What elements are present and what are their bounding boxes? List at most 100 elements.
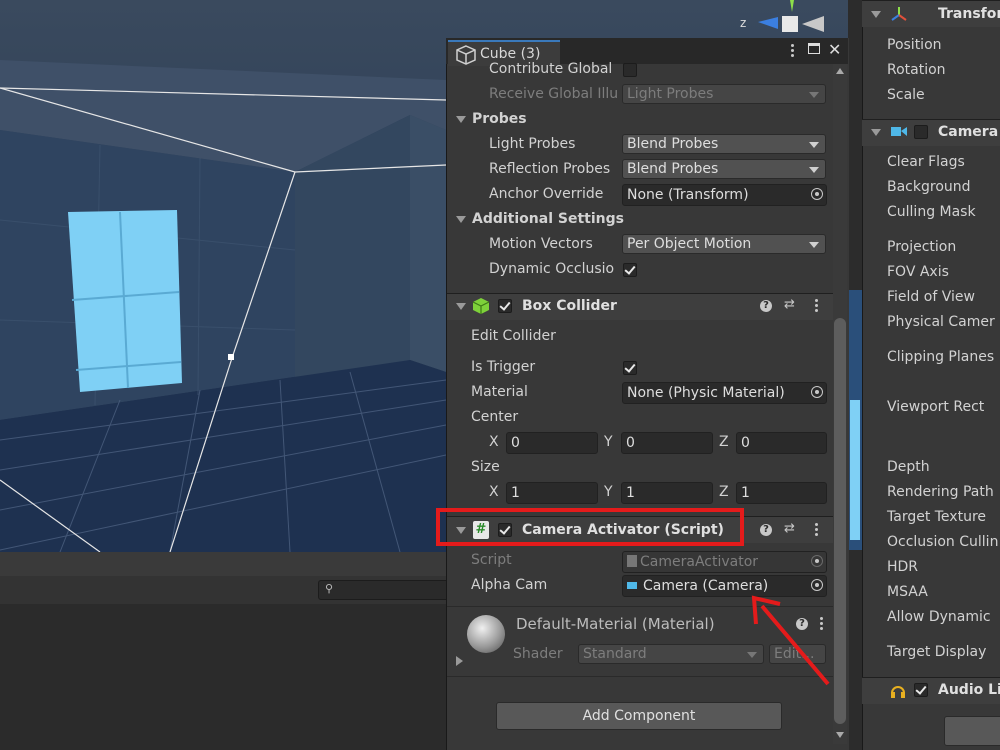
reflection-probes-label: Reflection Probes [489,161,611,177]
scroll-down-icon[interactable] [836,732,844,738]
center-x-label: X [489,434,499,450]
audio-listener-enabled-checkbox[interactable] [914,683,928,697]
projection-label: Projection [887,239,957,255]
camera-component-icon [891,127,907,136]
shader-dropdown[interactable]: Standard [578,644,764,664]
receive-global-label: Receive Global Illu [489,86,619,102]
material-preview-sphere [467,615,505,653]
target-display-label: Target Display [887,644,987,660]
box-collider-foldout-icon[interactable] [456,303,466,310]
reflection-probes-value: Blend Probes [627,161,719,177]
is-trigger-checkbox[interactable] [623,361,637,375]
center-y-field[interactable]: 0 [621,432,713,454]
script-field: CameraActivator [622,551,827,573]
dynamic-occlusion-label: Dynamic Occlusio [489,261,615,277]
depth-label: Depth [887,459,930,475]
size-z-field[interactable]: 1 [736,482,827,504]
scene-gizmo-icon[interactable] [752,0,832,40]
help-icon[interactable]: ? [760,300,772,312]
center-x-field[interactable]: 0 [506,432,598,454]
clear-flags-label: Clear Flags [887,154,965,170]
contribute-global-label: Contribute Global [489,61,613,77]
camera-icon [627,582,637,589]
object-picker-icon[interactable] [811,188,823,200]
rendering-path-label: Rendering Path [887,484,994,500]
preset-icon[interactable]: ⇄ [784,297,795,312]
shader-label: Shader [513,646,563,662]
is-trigger-label: Is Trigger [471,359,536,375]
size-label: Size [471,459,500,475]
transform-icon [891,7,907,21]
camera-foldout-icon[interactable] [871,129,881,136]
additional-settings-foldout-icon[interactable] [456,216,466,223]
center-label: Center [471,409,519,425]
add-component-button[interactable]: Add Component [496,702,782,730]
tab-title: Cube (3) [480,46,541,62]
audio-listener-title: Audio Lis [938,682,1000,698]
scale-label: Scale [887,87,925,103]
help-icon[interactable]: ? [760,524,772,536]
dynamic-occlusion-checkbox[interactable] [623,263,637,277]
camera-enabled-checkbox[interactable] [914,125,928,139]
gizmo-axis-label: z [740,16,747,30]
size-x-field[interactable]: 1 [506,482,598,504]
close-icon[interactable]: ✕ [828,40,841,59]
annotation-arrow [751,595,830,686]
cube-icon [456,45,476,65]
box-collider-icon [472,298,490,314]
culling-mask-label: Culling Mask [887,204,976,220]
material-foldout-icon[interactable] [456,656,463,666]
scene-edge-preview [848,290,862,550]
contribute-global-checkbox[interactable] [623,63,637,77]
material-title: Default-Material (Material) [516,615,715,633]
search-input[interactable]: ⚲ [318,580,450,600]
light-probes-label: Light Probes [489,136,576,152]
clipping-planes-label: Clipping Planes [887,349,995,365]
hdr-label: HDR [887,559,919,575]
size-y-label: Y [604,484,613,500]
target-texture-label: Target Texture [887,509,987,525]
viewport-rect-label: Viewport Rect [887,399,985,415]
motion-vectors-label: Motion Vectors [489,236,593,252]
preset-icon[interactable]: ⇄ [784,521,795,536]
script-file-icon [627,555,637,567]
motion-vectors-dropdown[interactable]: Per Object Motion [622,234,826,254]
script-value: CameraActivator [640,554,759,570]
transform-title: Transfor [938,6,1000,22]
edit-collider-label: Edit Collider [471,328,556,344]
material-label: Material [471,384,528,400]
probes-foldout-icon[interactable] [456,116,466,123]
object-picker-icon[interactable] [811,386,823,398]
script-label: Script [471,552,512,568]
field-of-view-label: Field of View [887,289,975,305]
camera-title: Camera [938,124,999,140]
shader-value: Standard [583,646,647,662]
component-menu-icon[interactable] [815,299,818,314]
right-add-component-button[interactable] [944,716,1000,746]
size-z-label: Z [719,484,729,500]
center-z-field[interactable]: 0 [736,432,827,454]
fov-axis-label: FOV Axis [887,264,949,280]
box-collider-title: Box Collider [522,298,617,314]
reflection-probes-dropdown[interactable]: Blend Probes [622,159,826,179]
center-z-label: Z [719,434,729,450]
msaa-label: MSAA [887,584,928,600]
object-picker-icon [811,555,823,567]
scroll-up-icon[interactable] [836,68,844,74]
light-probes-dropdown[interactable]: Blend Probes [622,134,826,154]
size-y-field[interactable]: 1 [621,482,713,504]
background-label: Background [887,179,971,195]
size-x-label: X [489,484,499,500]
component-menu-icon[interactable] [815,523,818,538]
right-inspector-panel [862,0,1000,750]
probes-header: Probes [472,111,527,127]
receive-global-dropdown[interactable]: Light Probes [622,84,826,104]
tab-menu-icon[interactable] [791,44,794,59]
motion-vectors-value: Per Object Motion [627,236,752,252]
box-collider-enabled-checkbox[interactable] [498,299,512,313]
anchor-override-field[interactable]: None (Transform) [622,184,827,206]
transform-foldout-icon[interactable] [871,11,881,18]
additional-settings-header: Additional Settings [472,211,624,227]
material-field[interactable]: None (Physic Material) [622,382,827,404]
maximize-icon[interactable] [808,43,820,54]
